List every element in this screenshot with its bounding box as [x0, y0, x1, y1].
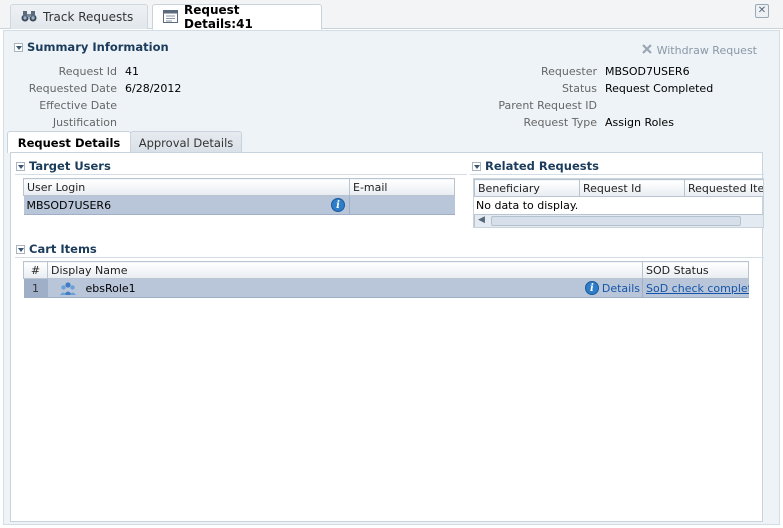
binoculars-icon	[21, 9, 37, 26]
column-header-requested-item[interactable]: Requested Ite	[684, 179, 763, 197]
no-data-message: No data to display.	[476, 199, 579, 212]
collapse-triangle-icon[interactable]	[472, 161, 481, 171]
summary-section-header[interactable]: Summary Information	[14, 40, 169, 54]
requester-label: Requester	[541, 65, 597, 78]
display-name-cell: ebsRole1 i Details	[47, 278, 643, 298]
related-requests-table-wrap: Beneficiary Request Id Requested Ite No …	[473, 178, 764, 228]
request-details-content: Target Users User Login E-mail MBSOD7USE…	[10, 152, 764, 522]
tab-request-details-label: Request Details:41	[184, 3, 253, 31]
column-header-email[interactable]: E-mail	[349, 178, 455, 196]
status-label: Status	[561, 82, 597, 95]
related-requests-title: Related Requests	[485, 159, 599, 173]
requested-date-label: Requested Date	[28, 82, 117, 95]
cart-items-title: Cart Items	[29, 242, 97, 256]
request-id-value: 41	[125, 65, 139, 78]
target-users-header[interactable]: Target Users	[16, 159, 111, 173]
column-header-user-login[interactable]: User Login	[23, 178, 350, 196]
request-type-value: Assign Roles	[605, 116, 674, 129]
email-cell	[349, 195, 455, 215]
tab-request-details-sub[interactable]: Request Details	[7, 131, 131, 153]
justification-label: Justification	[52, 116, 117, 129]
column-header-request-id[interactable]: Request Id	[579, 179, 685, 197]
role-group-icon	[59, 281, 76, 297]
tab-approval-details[interactable]: Approval Details	[130, 131, 242, 153]
close-tab-icon[interactable]: ✕	[755, 4, 769, 18]
requester-value: MBSOD7USER6	[605, 65, 690, 78]
request-id-label: Request Id	[58, 65, 117, 78]
info-icon: i	[584, 281, 599, 295]
table-row[interactable]: 1 ebsRole1 i Details SoD check comple	[23, 278, 749, 298]
tab-track-requests-label: Track Requests	[43, 10, 134, 24]
table-row[interactable]: MBSOD7USER6 i	[23, 195, 455, 215]
collapse-triangle-icon[interactable]	[16, 244, 25, 254]
top-tab-bar: Track Requests Request Details:41 ✕	[0, 0, 783, 31]
info-icon[interactable]: i	[331, 198, 345, 212]
column-header-sod-status[interactable]: SOD Status	[642, 261, 749, 279]
scrollbar-thumb[interactable]	[491, 216, 741, 226]
close-x-icon	[641, 43, 653, 58]
parent-request-id-label: Parent Request ID	[498, 99, 597, 112]
requested-date-value: 6/28/2012	[125, 82, 182, 95]
request-type-label: Request Type	[523, 116, 597, 129]
tab-track-requests[interactable]: Track Requests	[10, 4, 148, 29]
cart-items-table: # Display Name SOD Status 1 ebsRole1 i D…	[23, 261, 749, 298]
row-index: 1	[23, 278, 48, 298]
divider	[470, 174, 764, 175]
role-name: ebsRole1	[85, 282, 136, 295]
target-users-table: User Login E-mail MBSOD7USER6 i	[23, 178, 455, 215]
collapse-triangle-icon[interactable]	[16, 161, 25, 171]
divider	[15, 174, 467, 175]
related-requests-header[interactable]: Related Requests	[472, 159, 599, 173]
status-value: Request Completed	[605, 82, 714, 95]
collapse-triangle-icon[interactable]	[14, 42, 23, 52]
divider	[15, 257, 764, 258]
calendar-icon	[163, 9, 178, 26]
withdraw-request-label: Withdraw Request	[656, 44, 757, 57]
column-header-beneficiary[interactable]: Beneficiary	[474, 179, 580, 197]
column-header-index[interactable]: #	[23, 261, 48, 279]
summary-title: Summary Information	[27, 40, 169, 54]
details-label: Details	[601, 281, 640, 295]
scroll-left-arrow-icon[interactable]: ◀	[478, 215, 485, 225]
sod-status-cell: SoD check completed	[642, 278, 749, 298]
tab-request-details-sub-label: Request Details	[17, 135, 121, 150]
details-link[interactable]: i Details	[584, 281, 640, 295]
cart-items-header[interactable]: Cart Items	[16, 242, 97, 256]
withdraw-request-button[interactable]: Withdraw Request	[641, 43, 757, 58]
sod-status-link[interactable]: SoD check completed	[646, 282, 749, 295]
request-details-panel: Summary Information Withdraw Request Req…	[3, 30, 780, 525]
horizontal-scrollbar[interactable]: ◀	[474, 214, 763, 227]
tab-approval-details-label: Approval Details	[138, 135, 234, 150]
column-header-display-name[interactable]: Display Name	[47, 261, 643, 279]
user-login-value: MBSOD7USER6	[26, 198, 112, 212]
user-login-cell: MBSOD7USER6 i	[23, 195, 350, 215]
related-requests-table: Beneficiary Request Id Requested Ite	[474, 179, 763, 197]
effective-date-label: Effective Date	[39, 99, 117, 112]
target-users-title: Target Users	[29, 159, 111, 173]
tab-request-details[interactable]: Request Details:41	[152, 3, 322, 31]
